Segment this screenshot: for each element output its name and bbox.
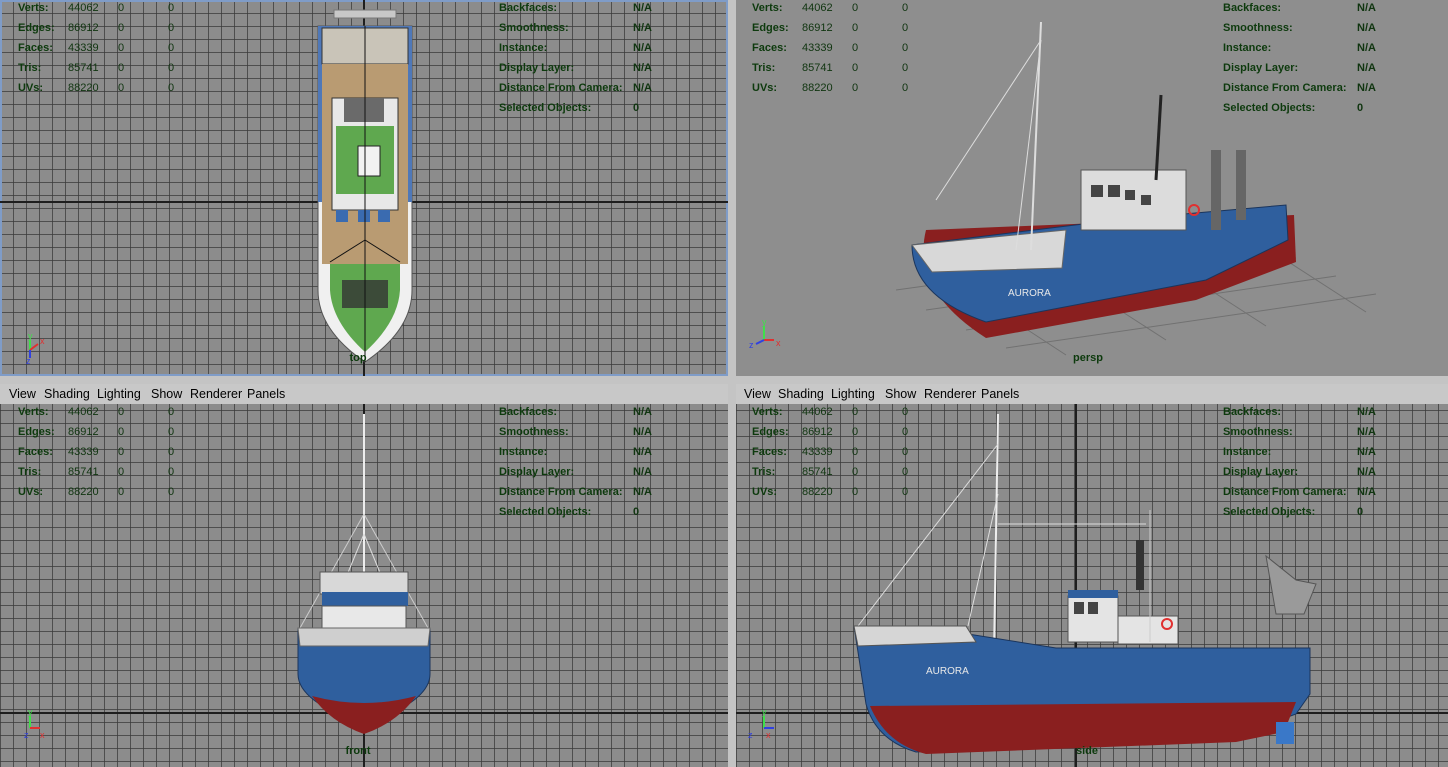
poly-count-hud: Verts: 44062 0 0 Edges: 86912 0 0 Faces: 43339 0… [752, 406, 909, 498]
svg-text:x: x [776, 338, 781, 348]
camera-label-front: front [345, 745, 371, 757]
svg-text:z: z [748, 730, 753, 740]
object-info-hud: Backfaces: N/A Smoothness: N/A Instance: N/… [499, 406, 652, 518]
axis-gizmo-icon: y x z [26, 331, 45, 366]
svg-text:y: y [28, 331, 33, 341]
svg-text:y: y [762, 318, 767, 327]
viewport-side[interactable]: View Shading Lighting Show Renderer Pane… [736, 384, 1448, 767]
axis-gizmo-icon: y z x [24, 707, 45, 740]
svg-text:x: x [766, 730, 771, 740]
object-info-hud: Backfaces: N/A Smoothness: N/A Instance: N/… [1223, 2, 1376, 114]
camera-label-side: side [1075, 745, 1099, 757]
svg-text:z: z [24, 730, 29, 740]
camera-label-persp: persp [1073, 352, 1103, 364]
svg-text:z: z [749, 340, 754, 350]
boat-name-persp: AURORA [1008, 288, 1051, 299]
viewport-top[interactable]: Verts: 44062 0 0 Edges: 86912 0 0 Faces: 43339 0… [0, 0, 728, 376]
svg-text:x: x [40, 730, 45, 740]
poly-count-hud: Verts: 44062 0 0 Edges: 86912 0 0 Faces: 43339 0… [18, 2, 175, 94]
svg-text:y: y [28, 707, 33, 717]
camera-label-top: top [349, 352, 367, 364]
boat-name-side: AURORA [926, 666, 969, 677]
svg-text:z: z [26, 356, 31, 366]
viewport-front[interactable]: View Shading Lighting Show Renderer Pane… [0, 384, 728, 767]
viewport-persp[interactable]: AURORA Verts: 44062 0 0 Edges: 86912 0 0 Faces… [736, 0, 1448, 376]
poly-count-hud: Verts: 44062 0 0 Edges: 86912 0 0 Faces: 43339 0… [752, 2, 909, 94]
svg-text:x: x [40, 336, 45, 346]
svg-text:y: y [762, 707, 767, 717]
axis-gizmo-icon: y z x [748, 707, 774, 740]
object-info-hud: Backfaces: N/A Smoothness: N/A Instance: N/… [499, 2, 652, 114]
axis-gizmo-icon: y x z [749, 318, 781, 350]
object-info-hud: Backfaces: N/A Smoothness: N/A Instance: N/… [1223, 406, 1376, 518]
poly-count-hud: Verts: 44062 0 0 Edges: 86912 0 0 Faces: 43339 0… [18, 406, 175, 498]
